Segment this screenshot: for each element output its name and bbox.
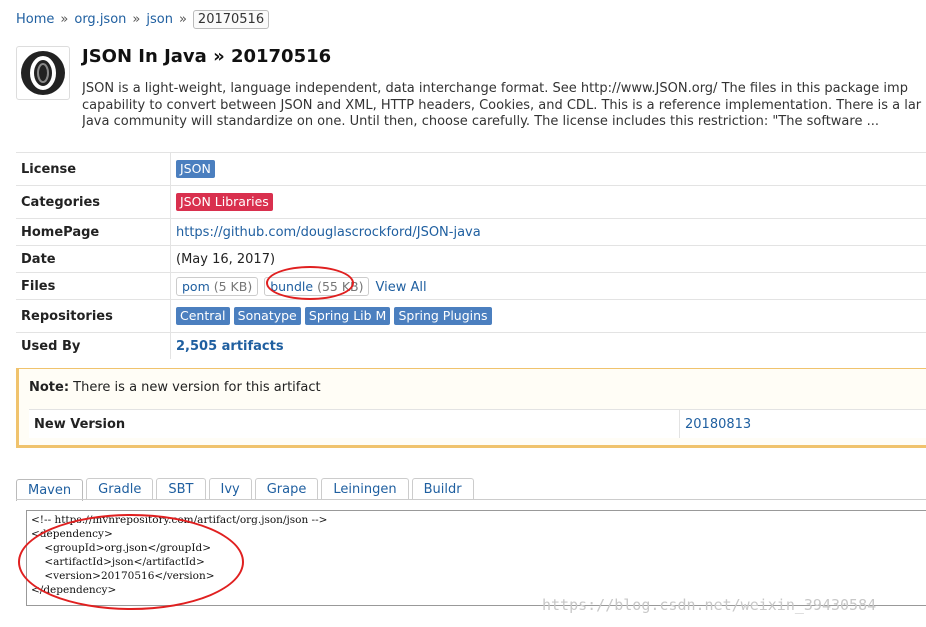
build-tool-tabs: Maven Gradle SBT Ivy Grape Leiningen Bui… [16, 478, 474, 501]
tab-gradle[interactable]: Gradle [86, 478, 154, 500]
description-line: capability to convert between JSON and X… [82, 97, 922, 113]
repositories-label: Repositories [16, 299, 171, 333]
note-prefix: Note: [29, 380, 70, 395]
used-by-row: Used By 2,505 artifacts [16, 332, 926, 359]
dependency-snippet[interactable]: <!-- https://mvnrepository.com/artifact/… [26, 510, 926, 606]
json-logo-icon [16, 46, 70, 100]
date-row: Date (May 16, 2017) [16, 245, 926, 273]
breadcrumb-org-json[interactable]: org.json [74, 12, 126, 27]
code-line: <!-- https://mvnrepository.com/artifact/… [31, 514, 328, 526]
file-pom-button[interactable]: pom (5 KB) [176, 276, 259, 296]
tab-leiningen[interactable]: Leiningen [321, 478, 409, 500]
code-line: <artifactId>json</artifactId> [31, 556, 205, 568]
license-row: License JSON [16, 152, 926, 186]
files-label: Files [16, 272, 171, 300]
files-row: Files pom (5 KB) bundle (55 KB) View All [16, 272, 926, 300]
breadcrumb: Home » org.json » json » 20170516 [16, 10, 270, 29]
tab-maven[interactable]: Maven [16, 479, 84, 501]
new-version-table: New Version 20180813 [29, 409, 926, 438]
file-name: bundle [270, 278, 314, 294]
view-all-files-link[interactable]: View All [375, 280, 426, 295]
breadcrumb-separator: » [178, 12, 187, 27]
license-badge[interactable]: JSON [176, 160, 215, 178]
repo-sonatype-badge[interactable]: Sonatype [233, 307, 301, 325]
homepage-row: HomePage https://github.com/douglascrock… [16, 218, 926, 246]
artifact-description: JSON is a light-weight, language indepen… [82, 81, 926, 131]
page-title: JSON In Java » 20170516 [82, 46, 332, 67]
used-by-label: Used By [16, 332, 171, 359]
new-version-note: Note: There is a new version for this ar… [16, 368, 926, 448]
breadcrumb-home[interactable]: Home [16, 12, 54, 27]
breadcrumb-current: 20170516 [192, 10, 270, 29]
homepage-label: HomePage [16, 218, 171, 246]
code-line: <groupId>org.json</groupId> [31, 542, 212, 554]
tab-sbt[interactable]: SBT [156, 478, 206, 500]
tab-ivy[interactable]: Ivy [208, 478, 252, 500]
code-line: <dependency> [31, 528, 113, 540]
date-label: Date [16, 245, 171, 273]
homepage-link[interactable]: https://github.com/douglascrockford/JSON… [176, 225, 481, 240]
file-name: pom [182, 278, 210, 294]
description-line: JSON is a light-weight, language indepen… [82, 81, 908, 96]
tab-grape[interactable]: Grape [254, 478, 319, 500]
repositories-row: Repositories Central Sonatype Spring Lib… [16, 299, 926, 333]
repo-central-badge[interactable]: Central [176, 307, 230, 325]
file-bundle-button[interactable]: bundle (55 KB) [264, 276, 370, 296]
file-size: (55 KB) [317, 278, 364, 294]
license-label: License [16, 152, 171, 186]
file-size: (5 KB) [213, 278, 253, 294]
categories-row: Categories JSON Libraries [16, 185, 926, 219]
new-version-label: New Version [29, 409, 680, 438]
description-line: Java community will standardize on one. … [82, 114, 879, 129]
breadcrumb-separator: » [60, 12, 69, 27]
tab-buildr[interactable]: Buildr [411, 478, 474, 500]
categories-label: Categories [16, 185, 171, 219]
note-message: Note: There is a new version for this ar… [29, 380, 321, 395]
code-line: </dependency> [31, 584, 117, 596]
repo-spring-plugins-badge[interactable]: Spring Plugins [394, 307, 492, 325]
note-text: There is a new version for this artifact [69, 380, 321, 395]
breadcrumb-json[interactable]: json [146, 12, 173, 27]
code-line: <version>20170516</version> [31, 570, 215, 582]
tabs-divider [16, 499, 926, 500]
breadcrumb-separator: » [132, 12, 141, 27]
watermark: https://blog.csdn.net/weixin_39430584 [542, 596, 877, 614]
repo-spring-lib-m-badge[interactable]: Spring Lib M [304, 307, 391, 325]
category-badge[interactable]: JSON Libraries [176, 193, 273, 211]
artifact-info-table: License JSON Categories JSON Libraries H… [16, 152, 926, 359]
used-by-link[interactable]: 2,505 artifacts [176, 339, 284, 354]
date-value: (May 16, 2017) [170, 245, 926, 273]
new-version-link[interactable]: 20180813 [685, 417, 751, 432]
